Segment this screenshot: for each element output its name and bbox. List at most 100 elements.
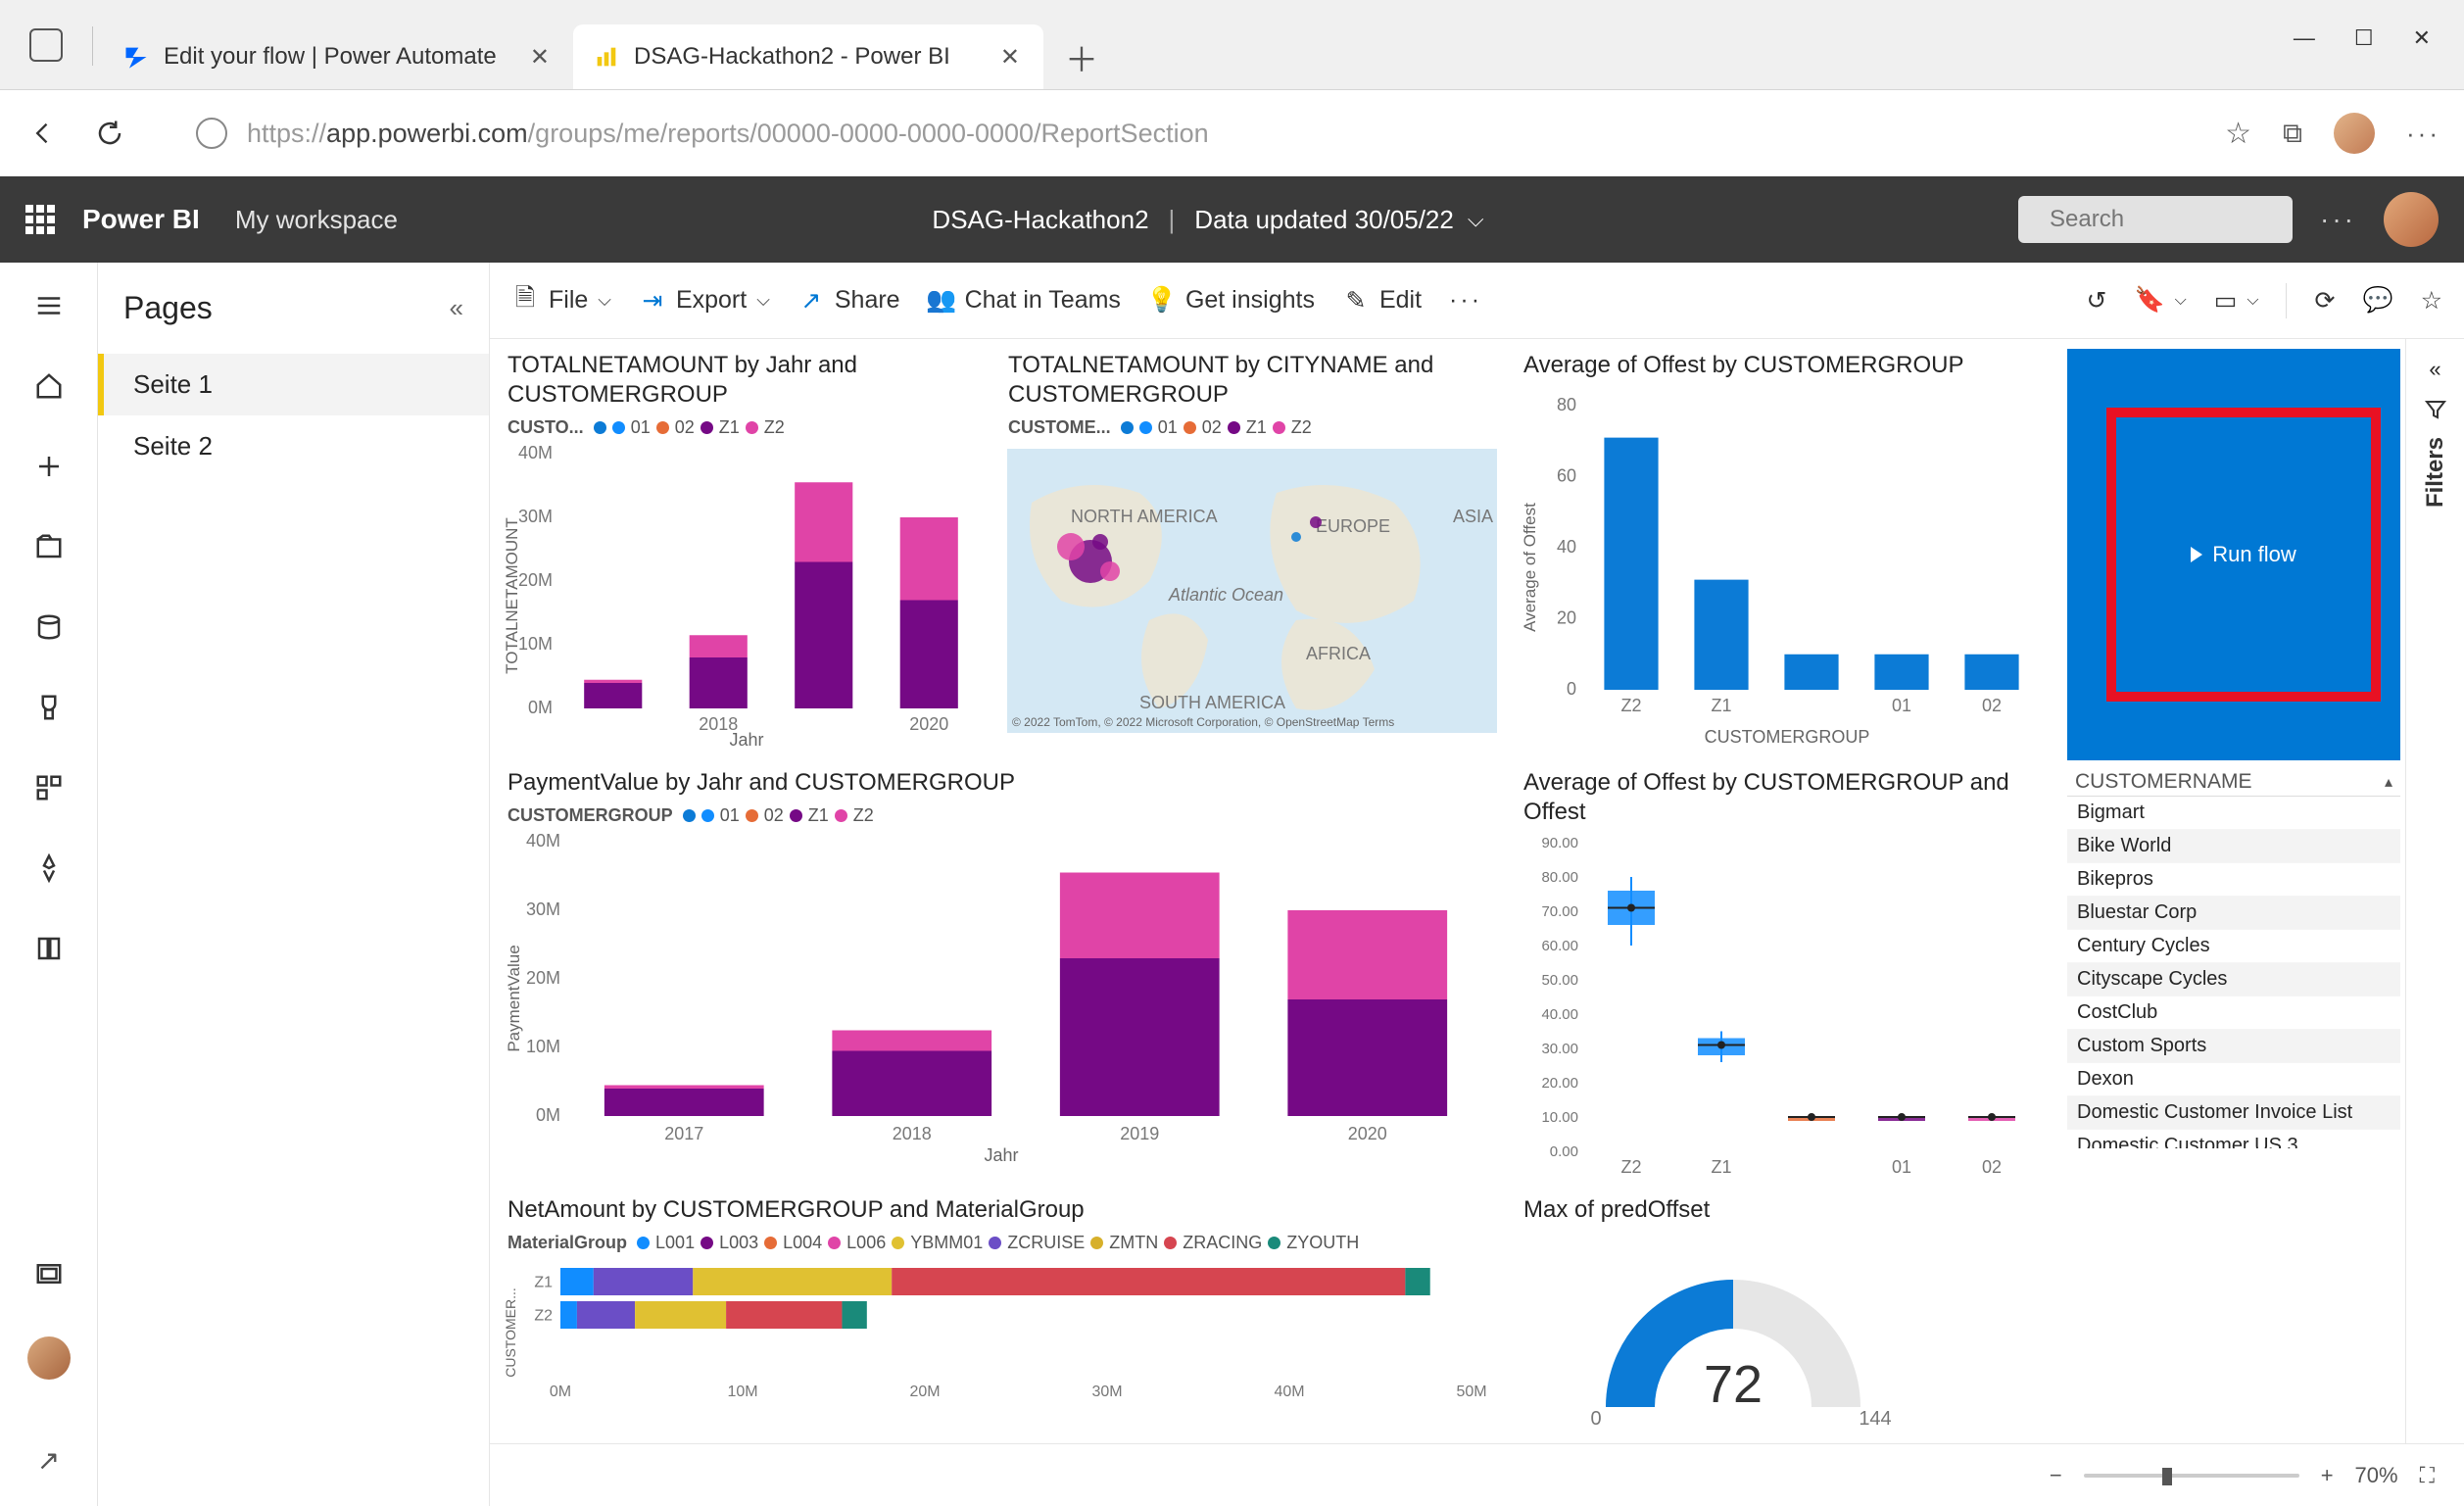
browser-tab-powerbi[interactable]: DSAG-Hackathon2 - Power BI ✕ [573,24,1043,89]
star-icon[interactable]: ☆ [2421,286,2442,316]
visual-avg-offset-bar[interactable]: Average of Offest by CUSTOMERGROUP 02040… [1518,349,2061,760]
zoom-slider[interactable] [2084,1474,2299,1478]
edit-button[interactable]: ✎Edit [1342,286,1422,315]
page-item-seite1[interactable]: Seite 1 [98,354,489,415]
get-insights-button[interactable]: 💡Get insights [1148,286,1315,315]
slicer-list[interactable]: BigmartBike WorldBikeprosBluestar CorpCe… [2067,796,2400,1148]
menu-icon[interactable] [31,288,67,323]
tab-actions-icon[interactable] [29,28,63,62]
slicer-row[interactable]: Domestic Customer Invoice List [2067,1096,2400,1130]
app-launcher-icon[interactable] [25,205,55,234]
slicer-row[interactable]: Bike World [2067,830,2400,863]
svg-text:90.00: 90.00 [1541,835,1578,851]
visual-map[interactable]: TOTALNETAMOUNT by CITYNAME and CUSTOMERG… [1002,349,1512,760]
filter-icon [2424,398,2447,421]
legend: CUSTOME... 01 02 Z1 Z2 [1002,415,1512,444]
slicer-row[interactable]: Century Cycles [2067,930,2400,963]
refresh-button[interactable] [90,114,129,153]
fit-to-page-icon[interactable]: ⛶ [2420,1463,2435,1488]
empty-cell [2067,1193,2400,1438]
export-menu[interactable]: ⇥Export ⌵ [639,286,770,315]
data-hub-icon[interactable] [31,609,67,645]
toolbar-more-icon[interactable]: ··· [1449,286,1482,315]
search-box[interactable] [2018,196,2293,243]
browser-menu-icon[interactable]: ··· [2406,119,2440,149]
close-window-icon[interactable]: ✕ [2413,25,2431,51]
svg-text:Z2: Z2 [1620,696,1641,715]
goals-icon[interactable] [31,690,67,725]
file-menu[interactable]: 🗎File ⌵ [511,286,611,315]
filters-pane-collapsed[interactable]: « Filters [2405,339,2464,1443]
visual-avg-offset-box[interactable]: Average of Offest by CUSTOMERGROUP and O… [1518,766,2061,1188]
new-tab-button[interactable]: ＋ [1043,24,1120,89]
product-name[interactable]: Power BI [82,204,200,235]
maximize-icon[interactable]: ☐ [2354,25,2374,51]
slicer-row[interactable]: Domestic Customer US 3 [2067,1130,2400,1148]
visual-run-flow[interactable]: Run flow [2067,349,2400,760]
minimize-icon[interactable]: — [2294,25,2315,51]
visual-customer-slicer[interactable]: CUSTOMERNAME ▴ BigmartBike WorldBikepros… [2067,766,2400,1188]
zoom-in-button[interactable]: + [2321,1463,2334,1488]
bookmark-icon[interactable]: 🔖 ⌵ [2134,286,2186,315]
more-options-icon[interactable]: ··· [2320,204,2356,235]
page-item-seite2[interactable]: Seite 2 [98,415,489,477]
chevron-down-icon[interactable]: ⌵ [1468,207,1484,232]
collections-icon[interactable]: ⧉ [2283,118,2302,150]
search-input[interactable] [2050,206,2353,233]
chart-title: Average of Offest by CUSTOMERGROUP and O… [1518,766,2061,833]
user-avatar[interactable] [2384,192,2439,247]
visual-netamount-mg[interactable]: NetAmount by CUSTOMERGROUP and MaterialG… [502,1193,1512,1438]
create-icon[interactable] [31,449,67,484]
expand-nav-icon[interactable]: ↗ [37,1444,60,1477]
close-icon[interactable]: ✕ [996,39,1024,75]
chart-title: TOTALNETAMOUNT by CITYNAME and CUSTOMERG… [1002,349,1512,415]
my-workspace-avatar[interactable] [27,1336,71,1380]
report-name: DSAG-Hackathon2 [932,205,1148,235]
slicer-row[interactable]: Custom Sports [2067,1030,2400,1063]
view-icon[interactable]: ▭ ⌵ [2214,286,2259,316]
deployment-icon[interactable] [31,850,67,886]
slicer-row[interactable]: Bluestar Corp [2067,897,2400,930]
slicer-row[interactable]: Cityscape Cycles [2067,963,2400,996]
svg-text:80.00: 80.00 [1541,869,1578,886]
share-button[interactable]: ↗Share [797,286,900,315]
slicer-row[interactable]: Dexon [2067,1063,2400,1096]
chart-title: NetAmount by CUSTOMERGROUP and MaterialG… [502,1193,1512,1231]
slicer-sort-icon[interactable]: ▴ [2385,772,2392,792]
comments-icon[interactable]: 💬 [2362,286,2392,315]
chat-teams-button[interactable]: 👥Chat in Teams [928,286,1121,315]
zoom-out-button[interactable]: − [2050,1463,2062,1488]
visual-totalnet-jahr[interactable]: TOTALNETAMOUNT by Jahr and CUSTOMERGROUP… [502,349,996,760]
browse-icon[interactable] [31,529,67,564]
back-button[interactable] [24,114,63,153]
refresh-visuals-icon[interactable]: ⟳ [2314,286,2335,316]
reset-icon[interactable]: ↺ [2086,286,2106,316]
slicer-row[interactable]: Bigmart [2067,797,2400,830]
learn-icon[interactable] [31,931,67,966]
workspaces-icon[interactable] [31,1256,67,1291]
expand-filters-icon[interactable]: « [2429,357,2440,382]
slicer-row[interactable]: Bikepros [2067,863,2400,897]
visual-payment-jahr[interactable]: PaymentValue by Jahr and CUSTOMERGROUP C… [502,766,1512,1188]
favorite-icon[interactable]: ☆ [2225,117,2251,151]
legend: MaterialGroupL001L003L004L006YBMM01ZCRUI… [502,1231,1512,1259]
collapse-pages-icon[interactable]: « [450,293,463,323]
chart-title: PaymentValue by Jahr and CUSTOMERGROUP [502,766,1512,803]
visual-gauge[interactable]: Max of predOffset 720144 [1518,1193,2061,1438]
slicer-row[interactable]: CostClub [2067,996,2400,1030]
close-icon[interactable]: ✕ [526,39,554,75]
divider [92,26,93,66]
svg-text:CUSTOMER...: CUSTOMER... [503,1287,518,1378]
zoom-level: 70% [2355,1463,2398,1488]
profile-avatar[interactable] [2334,113,2375,154]
svg-text:Average of Offest: Average of Offest [1521,503,1539,632]
home-icon[interactable] [31,368,67,404]
svg-text:70.00: 70.00 [1541,903,1578,920]
site-info-icon[interactable] [196,118,227,149]
svg-text:Z1: Z1 [1711,696,1731,715]
apps-icon[interactable] [31,770,67,805]
url-display[interactable]: https://app.powerbi.com/groups/me/report… [247,119,1209,149]
browser-tab-power-automate[interactable]: Edit your flow | Power Automate ✕ [103,24,573,89]
workspace-breadcrumb[interactable]: My workspace [235,205,398,235]
run-flow-button[interactable]: Run flow [2191,542,2296,567]
